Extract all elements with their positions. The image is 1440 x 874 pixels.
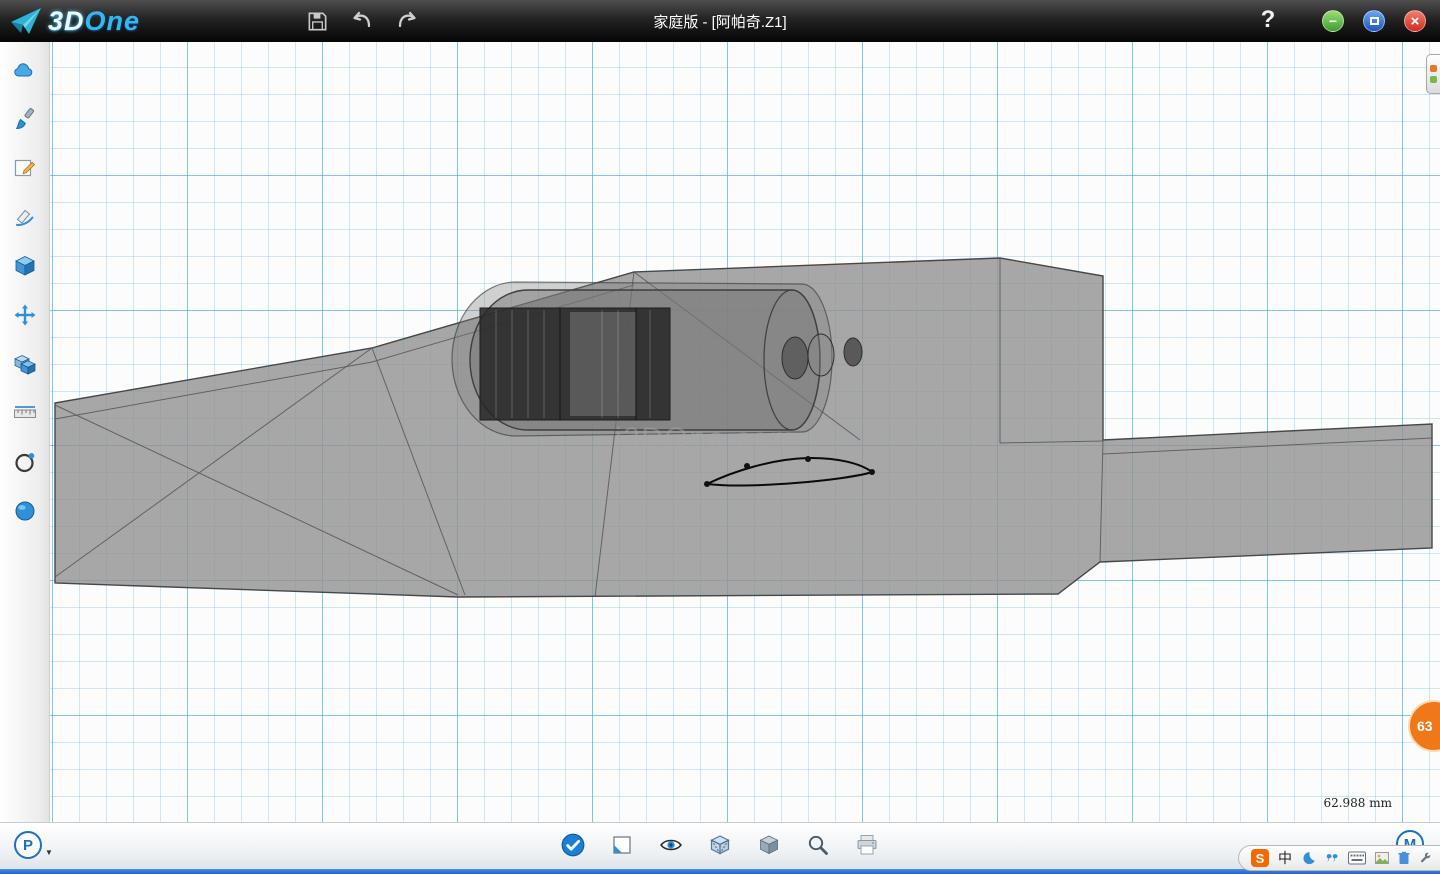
close-button[interactable]: ×	[1404, 10, 1426, 32]
combine-cubes-icon	[13, 352, 37, 376]
zoom-button[interactable]	[804, 830, 832, 860]
wrench-icon	[1419, 852, 1432, 865]
ruler-icon	[13, 401, 37, 425]
close-glyph: ×	[1411, 14, 1420, 29]
logo-text: 3DOne	[48, 6, 140, 37]
print-button[interactable]	[853, 830, 881, 860]
brush-icon	[13, 107, 37, 131]
model-engine-cylinder[interactable]	[452, 282, 862, 436]
ime-trash-button[interactable]	[1398, 851, 1410, 865]
tool-brush[interactable]	[5, 105, 45, 133]
minimize-glyph: −	[1329, 14, 1337, 28]
tool-move[interactable]	[5, 301, 45, 329]
model-3d: i3DOne.com	[50, 42, 1440, 822]
app-logo: 3DOne	[0, 6, 140, 37]
view-plane-button[interactable]	[608, 830, 636, 860]
ime-lang-toggle[interactable]: 中	[1278, 848, 1292, 868]
moon-icon	[1301, 851, 1316, 866]
ime-punct-toggle[interactable]	[1325, 851, 1339, 865]
keyboard-icon	[1348, 851, 1366, 865]
side-panel-handle[interactable]	[1426, 54, 1440, 94]
status-bar: P ▼	[0, 822, 1440, 869]
save-button[interactable]	[303, 7, 331, 35]
profile-control: P ▼	[14, 831, 53, 859]
move-arrows-icon	[13, 303, 37, 327]
trim-icon	[13, 205, 37, 229]
title-bar: 3DOne	[0, 0, 1440, 42]
cube-icon	[13, 254, 37, 278]
page-corner-icon	[610, 833, 634, 857]
sketch-point	[869, 469, 875, 475]
panel-orange-icon	[1430, 65, 1437, 72]
punctuation-icon	[1325, 851, 1339, 865]
ime-toolbar: S 中	[1238, 845, 1440, 871]
eye-icon	[658, 833, 684, 857]
tool-revolve[interactable]	[5, 448, 45, 476]
tool-combine[interactable]	[5, 350, 45, 378]
main-toolbar	[0, 42, 50, 822]
os-taskbar[interactable]	[0, 869, 1440, 874]
quick-access-toolbar	[303, 0, 421, 42]
undo-icon	[350, 9, 374, 33]
wireframe-cube-icon	[708, 833, 732, 857]
tool-trim[interactable]	[5, 203, 45, 231]
logo-3d: 3D	[48, 6, 85, 36]
panel-green-icon	[1430, 76, 1437, 83]
solid-cube-icon	[757, 833, 781, 857]
sketch-point	[704, 481, 710, 487]
view-toolbar	[559, 830, 881, 860]
minimize-button[interactable]: −	[1322, 10, 1344, 32]
viewport[interactable]: i3DOne.com 63 62.988 mm	[50, 42, 1440, 822]
profile-caret[interactable]: ▼	[45, 848, 53, 859]
sketch-point	[805, 456, 811, 462]
ime-toolbox-button[interactable]	[1419, 852, 1432, 865]
tool-cloud-resources[interactable]	[5, 56, 45, 84]
cloud-icon	[11, 58, 38, 82]
ime-keyboard-button[interactable]	[1348, 851, 1366, 865]
sketch-icon	[13, 156, 37, 180]
window-title: 家庭版 - [阿帕奇.Z1]	[0, 11, 1440, 32]
paper-plane-icon	[8, 6, 44, 36]
tool-measure[interactable]	[5, 399, 45, 427]
app-window: 3DOne	[0, 0, 1440, 874]
ime-fullhalf-toggle[interactable]	[1301, 851, 1316, 866]
sphere-icon	[13, 499, 37, 523]
ime-clipboard-button[interactable]	[1375, 852, 1389, 864]
tool-sketch[interactable]	[5, 154, 45, 182]
redo-button[interactable]	[393, 7, 421, 35]
profile-button[interactable]: P	[14, 831, 42, 859]
maximize-button[interactable]	[1363, 10, 1385, 32]
visibility-button[interactable]	[657, 830, 685, 860]
help-button[interactable]: ?	[1254, 4, 1282, 36]
maximize-icon	[1370, 17, 1379, 25]
save-icon	[306, 10, 329, 33]
watermark: i3DOne.com	[615, 422, 797, 455]
wireframe-view-button[interactable]	[706, 830, 734, 860]
dimension-readout: 62.988 mm	[1323, 796, 1392, 810]
magnifier-icon	[806, 833, 830, 857]
shaded-view-button[interactable]	[755, 830, 783, 860]
sketch-point	[744, 463, 750, 469]
ime-brand-icon[interactable]: S	[1251, 849, 1269, 867]
trash-icon	[1398, 851, 1410, 865]
undo-button[interactable]	[348, 7, 376, 35]
logo-one: One	[85, 6, 141, 36]
confirm-button[interactable]	[559, 830, 587, 860]
printer-icon	[855, 833, 879, 857]
window-controls: − ×	[1322, 10, 1426, 32]
checkmark-icon	[560, 832, 586, 858]
redo-icon	[395, 9, 419, 33]
tool-primitive-cube[interactable]	[5, 252, 45, 280]
circle-point-icon	[13, 450, 37, 474]
tool-sphere[interactable]	[5, 497, 45, 525]
image-icon	[1375, 852, 1389, 864]
